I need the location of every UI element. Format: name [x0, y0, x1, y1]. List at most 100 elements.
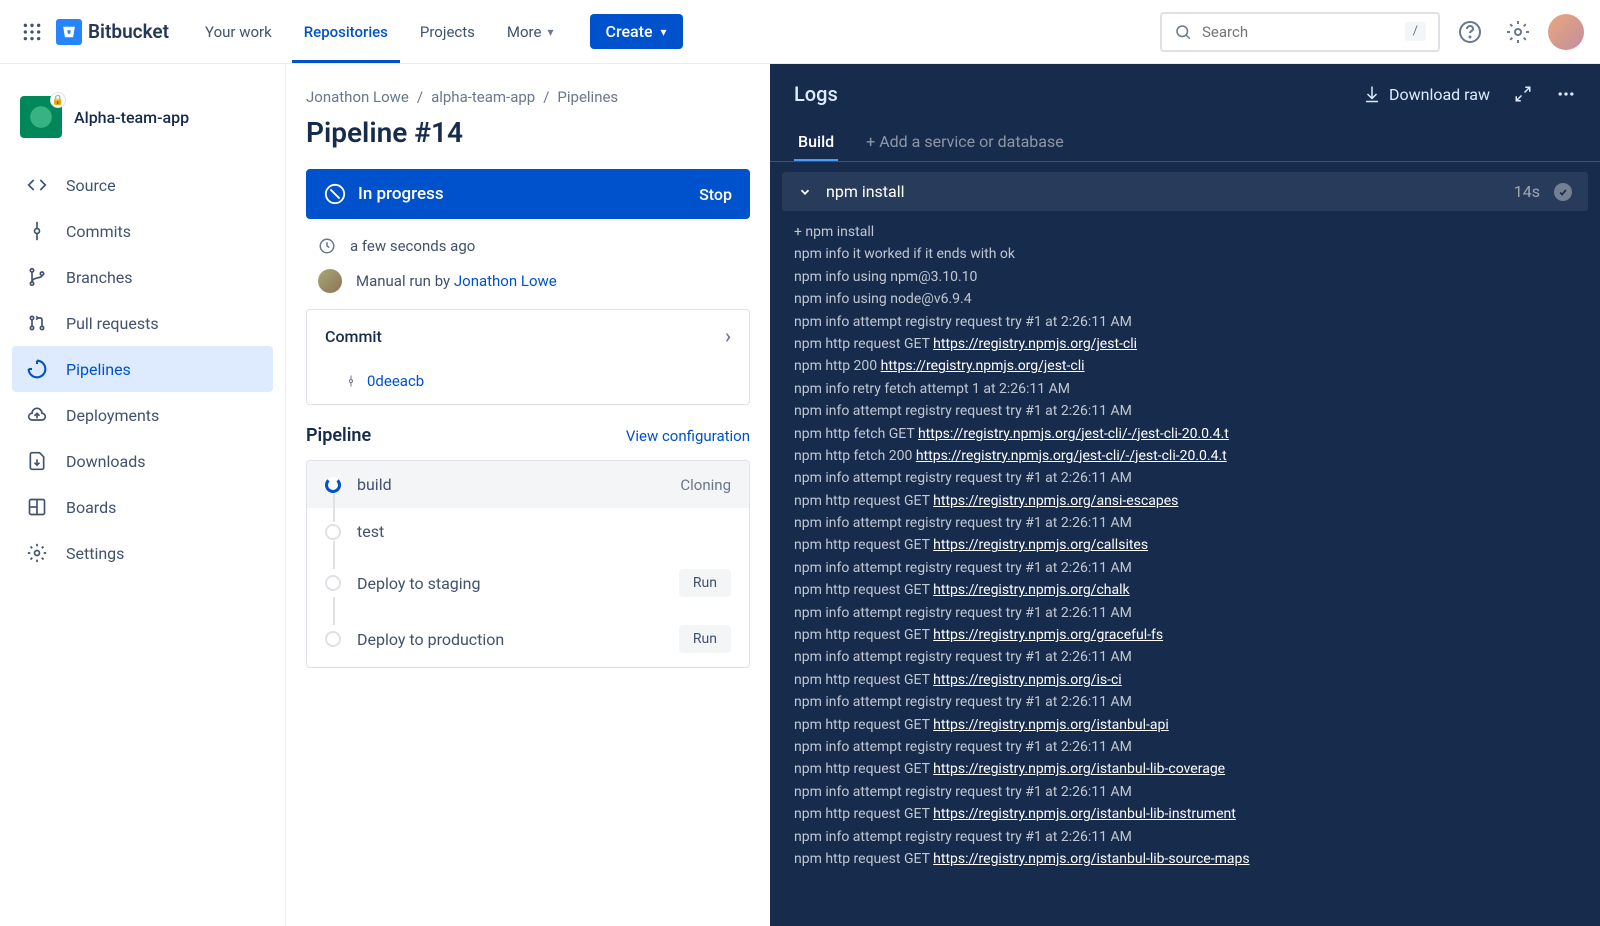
nav-right: / — [1160, 12, 1584, 52]
repo-name: Alpha-team-app — [74, 108, 189, 127]
log-step-header[interactable]: npm install 14s — [782, 172, 1588, 211]
user-avatar[interactable] — [1548, 14, 1584, 50]
view-config-link[interactable]: View configuration — [626, 427, 750, 445]
sidebar-item-downloads[interactable]: Downloads — [12, 438, 273, 484]
breadcrumb-section[interactable]: Pipelines — [557, 88, 618, 106]
tab-add-service[interactable]: + Add a service or database — [862, 124, 1068, 161]
pipeline-label: Pipeline — [306, 425, 371, 446]
logs-panel: Logs Download raw Build + Add a service … — [770, 64, 1600, 926]
log-line: npm info attempt registry request try #1… — [794, 602, 1576, 624]
log-line: npm http request GET https://registry.np… — [794, 669, 1576, 691]
logs-tabs: Build + Add a service or database — [770, 124, 1600, 162]
check-icon — [1554, 183, 1572, 201]
log-line: npm http request GET https://registry.np… — [794, 490, 1576, 512]
log-body[interactable]: + npm installnpm info it worked if it en… — [770, 211, 1600, 926]
sidebar-item-commits[interactable]: Commits — [12, 208, 273, 254]
search-shortcut: / — [1405, 22, 1426, 41]
deployments-icon — [26, 404, 48, 426]
breadcrumb-user[interactable]: Jonathon Lowe — [306, 88, 409, 106]
sidebar-item-branches[interactable]: Branches — [12, 254, 273, 300]
step-staging[interactable]: Deploy to staging Run — [307, 555, 749, 611]
log-url[interactable]: https://registry.npmjs.org/graceful-fs — [933, 627, 1163, 643]
search-input[interactable] — [1192, 23, 1405, 41]
step-test[interactable]: test — [307, 508, 749, 555]
log-url[interactable]: https://registry.npmjs.org/istanbul-lib-… — [933, 851, 1249, 867]
log-line: npm info attempt registry request try #1… — [794, 691, 1576, 713]
sidebar-item-deployments[interactable]: Deployments — [12, 392, 273, 438]
log-line: npm info attempt registry request try #1… — [794, 736, 1576, 758]
page-title: Pipeline #14 — [306, 116, 750, 149]
log-url[interactable]: https://registry.npmjs.org/is-ci — [933, 672, 1122, 688]
create-button[interactable]: Create — [590, 14, 683, 49]
step-status-pending-icon — [325, 631, 341, 647]
log-line: npm info attempt registry request try #1… — [794, 467, 1576, 489]
log-url[interactable]: https://registry.npmjs.org/callsites — [933, 537, 1148, 553]
nav-more[interactable]: More — [495, 15, 566, 49]
expand-icon — [1514, 85, 1532, 103]
log-url[interactable]: https://registry.npmjs.org/jest-cli — [933, 336, 1137, 352]
bitbucket-icon — [56, 19, 82, 45]
search-field[interactable]: / — [1160, 12, 1440, 52]
sidebar-item-source[interactable]: Source — [12, 162, 273, 208]
download-icon — [1363, 85, 1381, 103]
commit-hash: 0deeacb — [367, 372, 424, 390]
more-actions-button[interactable] — [1556, 84, 1576, 104]
commit-hash-row[interactable]: 0deeacb — [307, 362, 749, 404]
log-line: npm http request GET https://registry.np… — [794, 758, 1576, 780]
log-url[interactable]: https://registry.npmjs.org/chalk — [933, 582, 1129, 598]
commit-label: Commit — [325, 327, 382, 346]
app-switcher-icon[interactable] — [16, 16, 48, 48]
log-line: npm http request GET https://registry.np… — [794, 579, 1576, 601]
log-line: + npm install — [794, 221, 1576, 243]
step-status-pending-icon — [325, 575, 341, 591]
nav-projects[interactable]: Projects — [408, 15, 487, 49]
breadcrumb-repo[interactable]: alpha-team-app — [431, 88, 535, 106]
log-url[interactable]: https://registry.npmjs.org/jest-cli/-/je… — [916, 448, 1227, 464]
step-build[interactable]: build Cloning — [307, 461, 749, 508]
chevron-down-icon — [661, 25, 667, 39]
main-layout: 🔒 Alpha-team-app Source Commits Branches… — [0, 64, 1600, 926]
log-line: npm info attempt registry request try #1… — [794, 512, 1576, 534]
log-line: npm info using node@v6.9.4 — [794, 288, 1576, 310]
step-status-pending-icon — [325, 524, 341, 540]
log-line: npm info attempt registry request try #1… — [794, 400, 1576, 422]
search-icon — [1174, 23, 1192, 41]
trigger-label: Manual run by Jonathon Lowe — [356, 272, 557, 290]
code-icon — [26, 174, 48, 196]
tab-build[interactable]: Build — [794, 124, 838, 161]
nav-your-work[interactable]: Your work — [193, 15, 284, 49]
log-url[interactable]: https://registry.npmjs.org/jest-cli — [881, 358, 1085, 374]
help-icon[interactable] — [1452, 14, 1488, 50]
download-raw-button[interactable]: Download raw — [1363, 85, 1490, 104]
log-url[interactable]: https://registry.npmjs.org/istanbul-api — [933, 717, 1169, 733]
pipeline-section-header: Pipeline View configuration — [306, 425, 750, 446]
meta-time-row: a few seconds ago — [306, 237, 750, 255]
log-url[interactable]: https://registry.npmjs.org/istanbul-lib-… — [933, 761, 1225, 777]
settings-icon[interactable] — [1500, 14, 1536, 50]
commit-icon — [26, 220, 48, 242]
step-production[interactable]: Deploy to production Run — [307, 611, 749, 667]
status-label: In progress — [358, 184, 444, 204]
log-line: npm info attempt registry request try #1… — [794, 311, 1576, 333]
trigger-user[interactable]: Jonathon Lowe — [454, 272, 557, 290]
sidebar-repo-header[interactable]: 🔒 Alpha-team-app — [12, 88, 273, 146]
log-url[interactable]: https://registry.npmjs.org/istanbul-lib-… — [933, 806, 1236, 822]
sidebar-item-pipelines[interactable]: Pipelines — [12, 346, 273, 392]
log-line: npm http request GET https://registry.np… — [794, 714, 1576, 736]
nav-left: Bitbucket Your work Repositories Project… — [16, 0, 683, 63]
logs-header: Logs Download raw — [770, 64, 1600, 124]
sidebar-item-settings[interactable]: Settings — [12, 530, 273, 576]
step-name: test — [357, 522, 731, 541]
time-label: a few seconds ago — [350, 237, 475, 255]
run-button[interactable]: Run — [679, 569, 731, 597]
sidebar-item-boards[interactable]: Boards — [12, 484, 273, 530]
bitbucket-logo[interactable]: Bitbucket — [56, 19, 169, 45]
run-button[interactable]: Run — [679, 625, 731, 653]
commit-card-header[interactable]: Commit — [307, 310, 749, 362]
fullscreen-button[interactable] — [1514, 85, 1532, 103]
log-url[interactable]: https://registry.npmjs.org/jest-cli/-/je… — [918, 426, 1229, 442]
log-url[interactable]: https://registry.npmjs.org/ansi-escapes — [933, 493, 1178, 509]
nav-repositories[interactable]: Repositories — [292, 3, 400, 63]
sidebar-item-pull-requests[interactable]: Pull requests — [12, 300, 273, 346]
stop-button[interactable]: Stop — [699, 185, 732, 204]
